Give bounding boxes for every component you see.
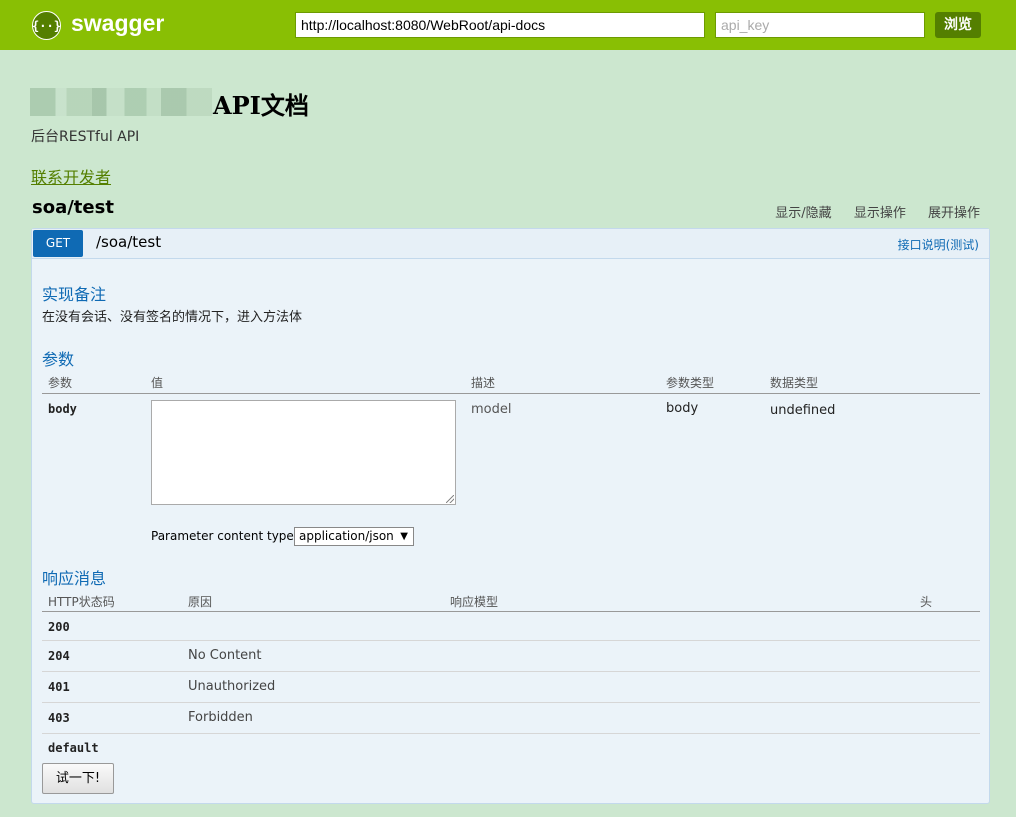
response-reason: Unauthorized xyxy=(188,679,276,694)
explore-button[interactable]: 浏览 xyxy=(935,12,981,38)
param-col-data-type: 数据类型 xyxy=(770,376,819,390)
response-code: 401 xyxy=(48,680,70,694)
param-col-parameter: 参数 xyxy=(48,376,73,390)
parameters-heading: 参数 xyxy=(42,350,75,369)
page-title: API文档 xyxy=(213,91,309,120)
implementation-notes-heading: 实现备注 xyxy=(42,285,107,304)
param-header-divider xyxy=(42,393,980,394)
implementation-notes-text: 在没有会话、没有签名的情况下，进入方法体 xyxy=(42,310,303,325)
resp-col-model: 响应模型 xyxy=(450,595,499,609)
resource-name[interactable]: soa/test xyxy=(32,197,114,218)
api-url-input[interactable] xyxy=(295,12,705,38)
api-key-input[interactable] xyxy=(715,12,925,38)
resp-col-reason: 原因 xyxy=(188,595,213,609)
top-bar: {··} swagger 浏览 xyxy=(0,0,1016,50)
param-data-type: undefined xyxy=(770,403,836,418)
operation-summary-link[interactable]: 接口说明(测试) xyxy=(898,236,979,253)
param-name: body xyxy=(48,402,77,416)
row-divider xyxy=(42,640,980,641)
row-divider xyxy=(42,702,980,703)
response-reason: Forbidden xyxy=(188,710,253,725)
api-description: 后台RESTful API xyxy=(31,129,140,145)
response-header-divider xyxy=(42,611,980,612)
param-col-description: 描述 xyxy=(471,376,496,390)
redacted-title-prefix xyxy=(30,88,212,116)
param-type: body xyxy=(666,401,699,416)
param-col-parameter-type: 参数类型 xyxy=(666,376,715,390)
param-description: model xyxy=(471,402,512,417)
body-param-textarea[interactable] xyxy=(151,400,456,505)
operation-heading[interactable]: GET /soa/test 接口说明(测试) xyxy=(32,229,989,259)
resp-col-headers: 头 xyxy=(920,595,933,609)
row-divider xyxy=(42,733,980,734)
swagger-logo-icon: {··} xyxy=(32,11,61,40)
response-code: 403 xyxy=(48,711,70,725)
response-code: 200 xyxy=(48,620,70,634)
operation-path[interactable]: /soa/test xyxy=(96,233,161,251)
content-type-label: Parameter content type: xyxy=(151,529,298,543)
dropdown-arrow-icon: ▼ xyxy=(400,531,408,542)
content-type-value: application/json xyxy=(299,529,394,543)
row-divider xyxy=(42,671,980,672)
contact-developer-link[interactable]: 联系开发者 xyxy=(31,164,111,188)
response-code: default xyxy=(48,741,99,755)
logo-text[interactable]: swagger xyxy=(71,10,164,37)
response-code: 204 xyxy=(48,649,70,663)
expand-operations-link[interactable]: 展开操作 xyxy=(928,206,980,221)
operation-panel: GET /soa/test 接口说明(测试) 实现备注 在没有会话、没有签名的情… xyxy=(31,228,990,804)
param-col-value: 值 xyxy=(151,376,164,390)
textarea-resize-handle[interactable] xyxy=(446,495,454,503)
show-hide-link[interactable]: 显示/隐藏 xyxy=(775,206,831,221)
resp-col-status: HTTP状态码 xyxy=(48,595,115,609)
svg-text:{··}: {··} xyxy=(32,19,61,33)
resource-actions: 显示/隐藏 显示操作 展开操作 xyxy=(757,202,980,221)
http-method-badge[interactable]: GET xyxy=(33,230,83,257)
response-messages-heading: 响应消息 xyxy=(42,569,107,588)
content-type-select[interactable]: application/json ▼ xyxy=(294,527,414,546)
list-operations-link[interactable]: 显示操作 xyxy=(854,206,906,221)
try-it-out-button[interactable]: 试一下! xyxy=(42,763,114,794)
response-reason: No Content xyxy=(188,648,262,663)
